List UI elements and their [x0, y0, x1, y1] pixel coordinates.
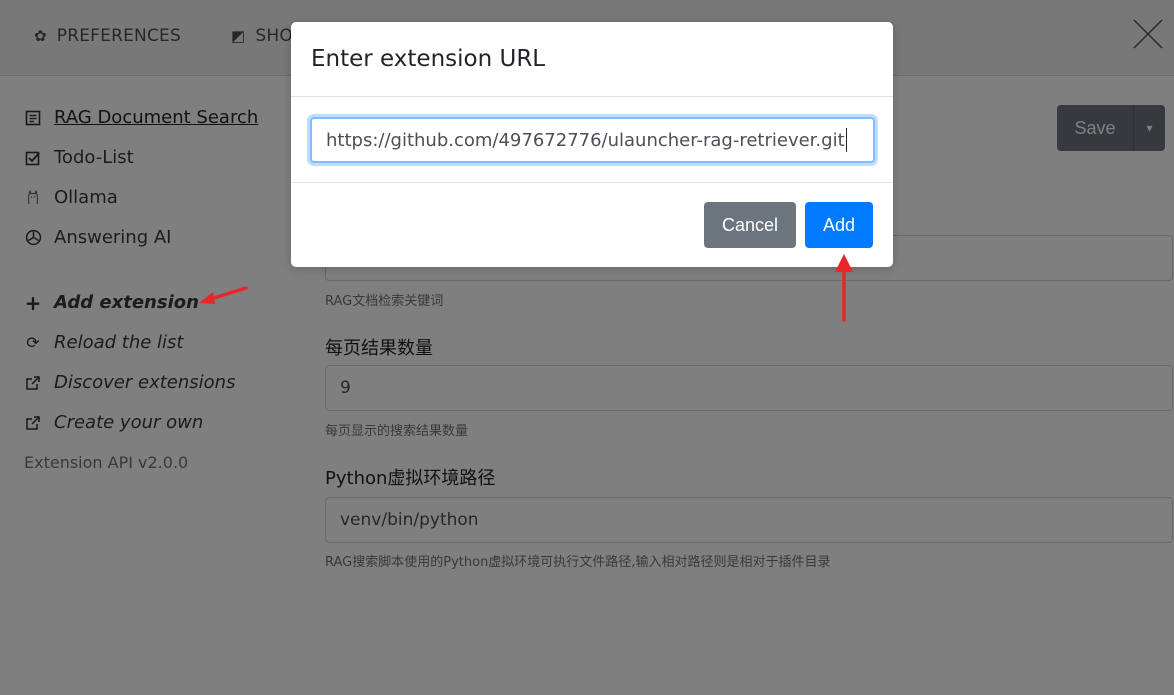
text-cursor: [845, 128, 847, 152]
annotation-arrow-icon: [835, 254, 853, 322]
dialog-body: https://github.com/497672776/ulauncher-r…: [291, 97, 893, 183]
dialog-header: Enter extension URL: [291, 22, 893, 97]
add-button[interactable]: Add: [805, 202, 873, 248]
dialog-footer: Cancel Add: [291, 183, 893, 267]
extension-url-value: https://github.com/497672776/ulauncher-r…: [326, 129, 845, 151]
add-extension-dialog: Enter extension URL https://github.com/4…: [291, 22, 893, 267]
cancel-button[interactable]: Cancel: [704, 202, 796, 248]
annotation-arrow-icon: [199, 286, 248, 304]
dialog-title: Enter extension URL: [311, 46, 546, 72]
extension-url-input[interactable]: https://github.com/497672776/ulauncher-r…: [310, 117, 875, 163]
